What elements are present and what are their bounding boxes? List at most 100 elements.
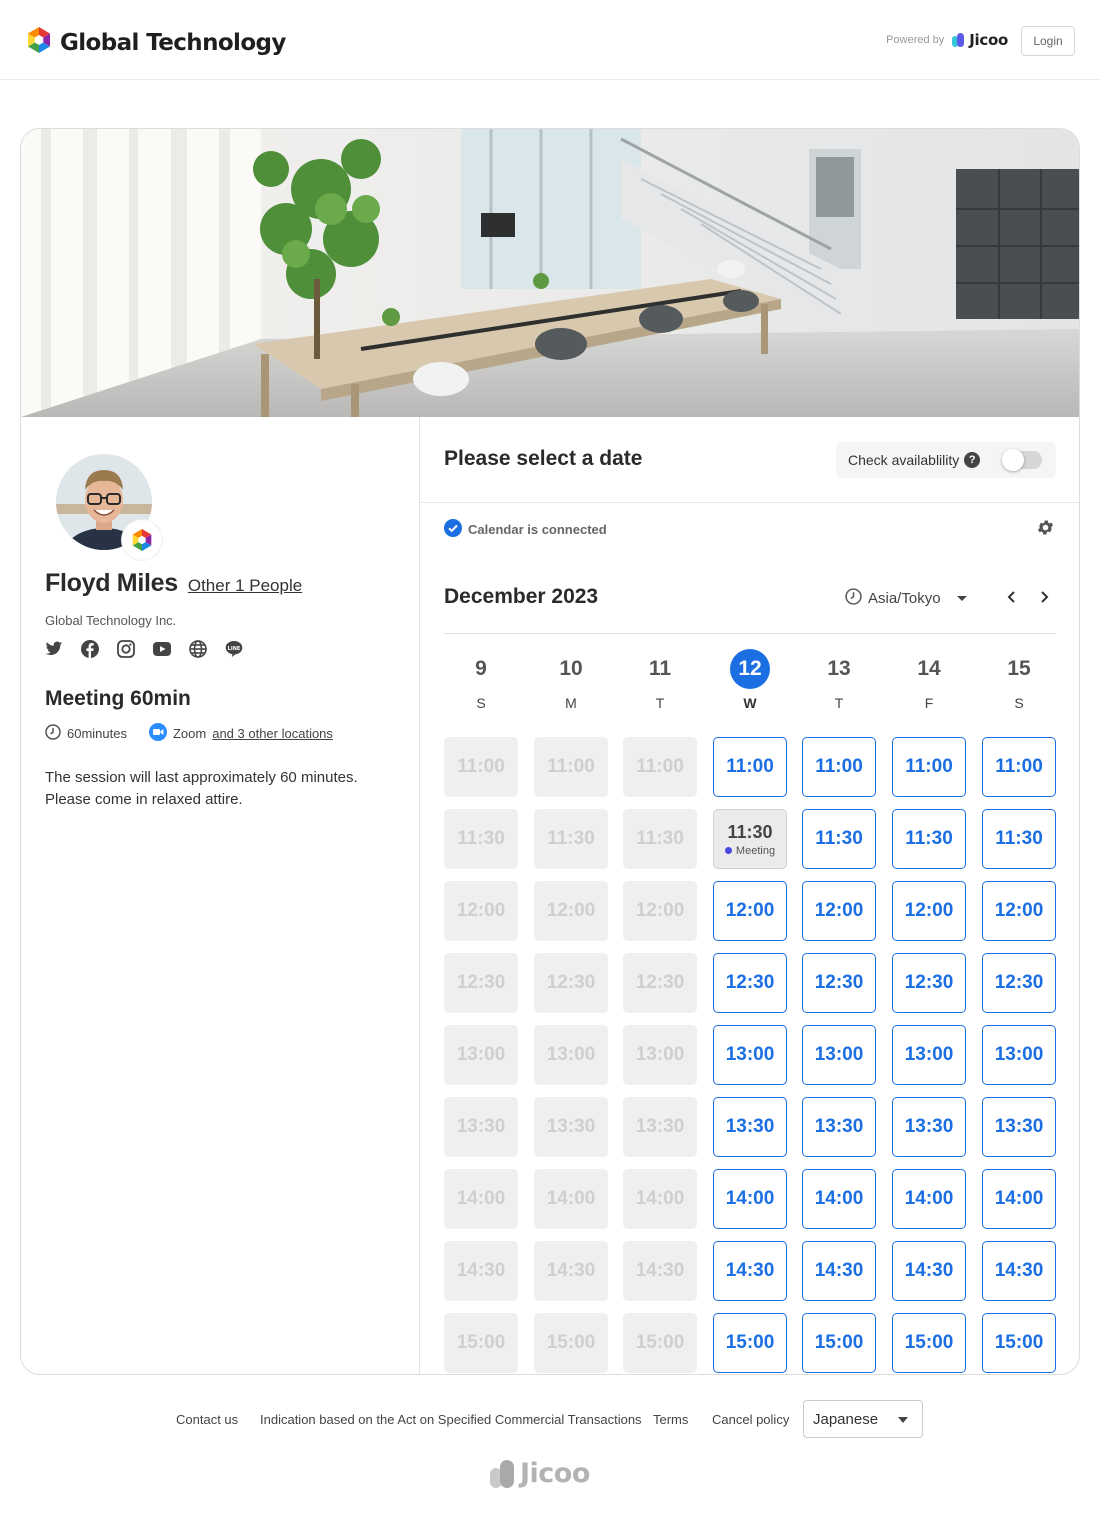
day-column-header[interactable]: 11 T <box>623 649 697 711</box>
zoom-icon <box>148 723 167 744</box>
commercial-transactions-link[interactable]: Indication based on the Act on Specified… <box>260 1412 642 1427</box>
unavailable-time-slot: 13:00 <box>534 1025 608 1085</box>
available-time-slot[interactable]: 15:00 <box>802 1313 876 1373</box>
other-locations-link[interactable]: and 3 other locations <box>212 726 333 741</box>
terms-link[interactable]: Terms <box>653 1412 688 1427</box>
available-time-slot[interactable]: 11:00 <box>892 737 966 797</box>
available-time-slot[interactable]: 14:30 <box>713 1241 787 1301</box>
available-time-slot[interactable]: 14:30 <box>802 1241 876 1301</box>
available-time-slot[interactable]: 11:30 <box>802 809 876 869</box>
next-week-button[interactable] <box>1036 589 1052 610</box>
previous-week-button[interactable] <box>1004 589 1020 610</box>
available-time-slot[interactable]: 12:30 <box>802 953 876 1013</box>
day-column-header[interactable]: 15 S <box>982 649 1056 711</box>
help-icon[interactable]: ? <box>964 452 981 468</box>
unavailable-time-slot: 12:30 <box>623 953 697 1013</box>
available-time-slot[interactable]: 11:30 <box>892 809 966 869</box>
available-time-slot[interactable]: 12:30 <box>982 953 1056 1013</box>
unavailable-time-slot: 11:00 <box>534 737 608 797</box>
day-number: 12 <box>730 649 770 689</box>
host-avatar-group <box>56 454 162 560</box>
available-time-slot[interactable]: 15:00 <box>892 1313 966 1373</box>
available-time-slot[interactable]: 12:00 <box>713 881 787 941</box>
powered-by[interactable]: Powered by Jicoo <box>886 31 1008 49</box>
day-letter: M <box>565 695 577 711</box>
available-time-slot[interactable]: 15:00 <box>982 1313 1056 1373</box>
footer-jicoo-logo[interactable]: Jicoo <box>490 1458 590 1489</box>
line-icon[interactable]: LINE <box>225 640 243 658</box>
unavailable-time-slot: 15:00 <box>534 1313 608 1373</box>
available-time-slot[interactable]: 11:00 <box>713 737 787 797</box>
available-time-slot[interactable]: 13:00 <box>892 1025 966 1085</box>
login-button[interactable]: Login <box>1021 26 1075 56</box>
social-links: LINE <box>45 640 243 658</box>
globe-icon[interactable] <box>189 640 207 658</box>
youtube-icon[interactable] <box>153 640 171 658</box>
available-time-slot[interactable]: 13:00 <box>713 1025 787 1085</box>
day-column-header[interactable]: 12 W <box>713 649 787 711</box>
brand-logo-icon <box>26 26 52 59</box>
available-time-slot[interactable]: 13:30 <box>802 1097 876 1157</box>
available-time-slot[interactable]: 13:30 <box>982 1097 1056 1157</box>
available-time-slot[interactable]: 13:30 <box>713 1097 787 1157</box>
busy-event-label: Meeting <box>735 844 776 857</box>
unavailable-time-slot: 12:30 <box>444 953 518 1013</box>
cancel-policy-link[interactable]: Cancel policy <box>712 1412 789 1427</box>
unavailable-time-slot: 14:00 <box>623 1169 697 1229</box>
available-time-slot[interactable]: 11:00 <box>802 737 876 797</box>
available-time-slot[interactable]: 12:30 <box>892 953 966 1013</box>
other-people-link[interactable]: Other 1 People <box>188 576 302 596</box>
contact-us-link[interactable]: Contact us <box>176 1412 238 1427</box>
available-time-slot[interactable]: 15:00 <box>713 1313 787 1373</box>
unavailable-time-slot: 13:30 <box>444 1097 518 1157</box>
check-availability-control[interactable]: Check availablility ? <box>836 442 1056 478</box>
unavailable-time-slot: 14:00 <box>444 1169 518 1229</box>
availability-toggle[interactable] <box>1002 449 1042 471</box>
divider <box>444 633 1056 634</box>
caret-down-icon <box>898 1417 908 1423</box>
date-selection-panel: Please select a date Check availablility… <box>420 417 1079 1374</box>
powered-by-label: Powered by <box>886 34 945 46</box>
timezone-select[interactable]: Asia/Tokyo <box>845 588 967 609</box>
available-time-slot[interactable]: 14:30 <box>982 1241 1056 1301</box>
available-time-slot[interactable]: 14:30 <box>892 1241 966 1301</box>
available-time-slot[interactable]: 14:00 <box>892 1169 966 1229</box>
day-column-header[interactable]: 14 F <box>892 649 966 711</box>
day-column-header[interactable]: 10 M <box>534 649 608 711</box>
available-time-slot[interactable]: 12:30 <box>713 953 787 1013</box>
select-date-heading: Please select a date <box>444 447 643 470</box>
available-time-slot[interactable]: 13:00 <box>802 1025 876 1085</box>
language-select[interactable]: Japanese <box>803 1400 923 1438</box>
chevron-right-icon <box>1041 591 1049 603</box>
available-time-slot[interactable]: 12:00 <box>802 881 876 941</box>
available-time-slot[interactable]: 12:00 <box>892 881 966 941</box>
available-time-slot[interactable]: 12:00 <box>982 881 1056 941</box>
facebook-icon[interactable] <box>81 640 99 658</box>
brand[interactable]: Global Technology <box>26 26 286 59</box>
meeting-meta: 60minutes Zoom and 3 other locations <box>45 723 333 744</box>
gear-icon[interactable] <box>1036 518 1055 542</box>
instagram-icon[interactable] <box>117 640 135 658</box>
available-time-slot[interactable]: 14:00 <box>802 1169 876 1229</box>
day-column-header[interactable]: 13 T <box>802 649 876 711</box>
twitter-icon[interactable] <box>45 640 63 658</box>
available-time-slot[interactable]: 11:30 <box>982 809 1056 869</box>
unavailable-time-slot: 13:00 <box>444 1025 518 1085</box>
available-time-slot[interactable]: 14:00 <box>982 1169 1056 1229</box>
day-number: 13 <box>827 657 851 680</box>
brand-name: Global Technology <box>60 29 286 56</box>
jicoo-mark-icon <box>490 1459 514 1488</box>
available-time-slot[interactable]: 11:00 <box>982 737 1056 797</box>
jicoo-logo: Jicoo <box>952 31 1008 49</box>
available-time-slot[interactable]: 13:00 <box>982 1025 1056 1085</box>
day-letter: S <box>476 695 486 711</box>
host-details-panel: Floyd Miles Other 1 People Global Techno… <box>21 417 420 1374</box>
slot-time: 11:30 <box>727 821 773 842</box>
unavailable-time-slot: 11:00 <box>444 737 518 797</box>
available-time-slot[interactable]: 14:00 <box>713 1169 787 1229</box>
available-time-slot[interactable]: 13:30 <box>892 1097 966 1157</box>
unavailable-time-slot: 14:30 <box>444 1241 518 1301</box>
unavailable-time-slot: 14:30 <box>623 1241 697 1301</box>
toggle-knob <box>1002 449 1024 471</box>
day-column-header[interactable]: 9S <box>444 649 518 711</box>
